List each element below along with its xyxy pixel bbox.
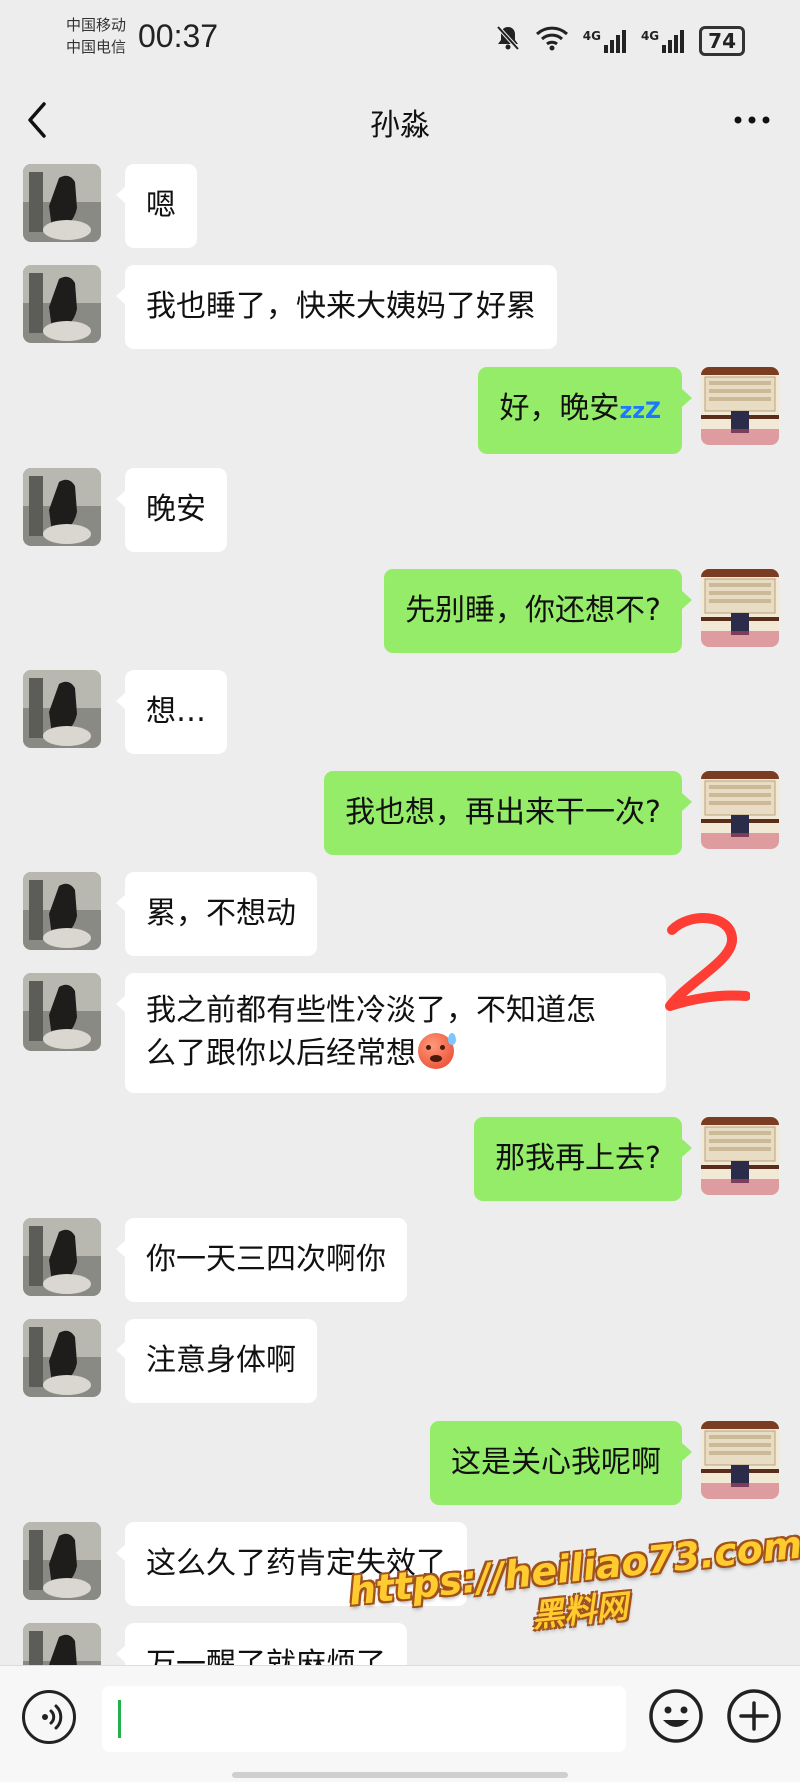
contact-avatar[interactable]: [23, 670, 101, 748]
more-dots-icon: [734, 116, 770, 124]
contact-avatar[interactable]: [23, 468, 101, 546]
contact-avatar[interactable]: [23, 1623, 101, 1665]
home-indicator: [232, 1772, 568, 1778]
contact-avatar[interactable]: [23, 1218, 101, 1296]
contact-avatar[interactable]: [23, 1522, 101, 1600]
message-bubble[interactable]: 这么久了药肯定失效了: [125, 1522, 467, 1606]
text-cursor: [118, 1700, 121, 1738]
message-bubble[interactable]: 好，晚安zzZ: [478, 367, 682, 454]
message-input[interactable]: [102, 1686, 626, 1752]
message-bubble[interactable]: 这是关心我呢啊: [430, 1421, 682, 1505]
status-icons: 4G 4G 74: [495, 24, 745, 57]
self-avatar[interactable]: [701, 1421, 779, 1499]
message-bubble[interactable]: 万一醒了就麻烦了: [125, 1623, 407, 1665]
message-bubble[interactable]: 那我再上去?: [474, 1117, 682, 1201]
carrier-info: 中国移动 中国电信: [66, 14, 126, 58]
voice-icon: [42, 1704, 63, 1730]
emoji-button[interactable]: [648, 1688, 704, 1744]
message-bubble[interactable]: 我之前都有些性冷淡了，不知道怎 么了跟你以后经常想: [125, 973, 666, 1093]
contact-avatar[interactable]: [23, 265, 101, 343]
red-scribble-annotation: [665, 913, 750, 1011]
more-functions-button[interactable]: [726, 1688, 782, 1744]
contact-avatar[interactable]: [23, 1319, 101, 1397]
carrier-2: 中国电信: [66, 38, 127, 56]
message-bubble[interactable]: 注意身体啊: [125, 1319, 317, 1403]
self-avatar[interactable]: [701, 771, 779, 849]
voice-input-button[interactable]: [22, 1690, 76, 1744]
contact-avatar[interactable]: [23, 164, 101, 242]
carrier-1: 中国移动: [66, 16, 127, 34]
contact-avatar[interactable]: [23, 872, 101, 950]
self-avatar[interactable]: [701, 367, 779, 445]
smiley-icon: [649, 1689, 703, 1743]
chat-header: 孙淼: [0, 80, 800, 160]
message-bubble[interactable]: 嗯: [125, 164, 197, 248]
wifi-icon: [535, 25, 569, 56]
message-bubble[interactable]: 想…: [125, 670, 227, 754]
mute-bell-icon: [495, 24, 521, 57]
self-avatar[interactable]: [701, 569, 779, 647]
signal-icon-2: 4G: [641, 29, 685, 53]
self-avatar[interactable]: [701, 1117, 779, 1195]
sleep-zzz-emoji: zzZ: [619, 399, 661, 424]
message-bubble[interactable]: 你一天三四次啊你: [125, 1218, 407, 1302]
message-bubble[interactable]: 累，不想动: [125, 872, 317, 956]
more-options-button[interactable]: [732, 94, 772, 147]
message-bubble[interactable]: 晚安: [125, 468, 227, 552]
plus-icon: [727, 1689, 781, 1743]
message-bubble[interactable]: 先别睡，你还想不?: [384, 569, 682, 653]
clock: 00:37: [138, 18, 219, 54]
contact-avatar[interactable]: [23, 973, 101, 1051]
contact-name: 孙淼: [370, 108, 430, 143]
input-bar: [0, 1665, 800, 1782]
battery-indicator: 74: [699, 25, 745, 56]
status-bar: 中国移动 中国电信 00:37 4G 4G 74: [0, 0, 800, 80]
sweating-face-emoji: [418, 1033, 456, 1069]
signal-icon-1: 4G: [583, 29, 627, 53]
message-bubble[interactable]: 我也睡了，快来大姨妈了好累: [125, 265, 557, 349]
message-bubble[interactable]: 我也想，再出来干一次?: [324, 771, 682, 855]
